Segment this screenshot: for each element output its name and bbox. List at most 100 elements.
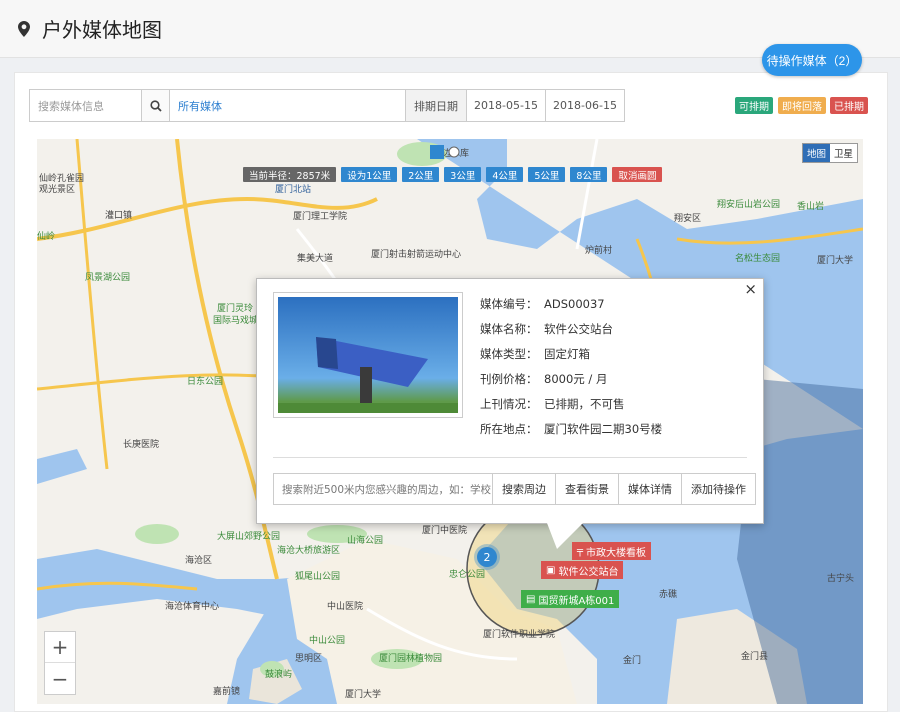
map-label: 金门县 [741,652,769,662]
map-label: 集美大道 [297,254,334,264]
map-label: 厦门射击射箭运动中心 [371,250,462,260]
legend-scheduled: 已排期 [830,97,868,114]
map-label: 思明区 [295,654,323,664]
map-label: 海沧区 [185,556,213,566]
start-date-input[interactable]: 2018-05-15 [467,89,546,122]
map-label: 翔安后山岩公园 [717,200,781,210]
map-label: 日东公园 [187,377,224,387]
map-type-switch: 地图 卫星 [801,143,858,163]
image-icon: ▣ [546,564,556,576]
info-key: 媒体类型： [480,346,538,361]
billboard-image [278,337,458,413]
map-label: 厦门中医院 [422,526,468,536]
radius-8km-button[interactable]: 8公里 [570,167,608,182]
map-label: 灌口镇 [105,211,133,221]
close-icon[interactable]: × [744,280,757,298]
media-location: 厦门软件园二期30号楼 [544,421,663,436]
media-type: 固定灯箱 [544,346,590,361]
map-label: 赤礁 [659,590,678,600]
media-detail-button[interactable]: 媒体详情 [619,473,682,505]
map-type-map[interactable]: 地图 [802,144,830,162]
bus-icon: ▤ [526,593,536,605]
map-type-satellite[interactable]: 卫星 [830,144,857,162]
info-row: 刊例价格： 8000元 / 月 [480,366,662,391]
map-label: 厦门理工学院 [293,212,348,222]
radius-4km-button[interactable]: 4公里 [486,167,524,182]
info-key: 媒体编号： [480,296,538,311]
info-key: 上刊情况： [480,396,538,411]
cluster-marker[interactable]: 2 [477,547,497,567]
marker-label: 市政大楼看板 [586,547,647,559]
map-label: 香山岩 [797,202,825,212]
date-range-label: 排期日期 [406,89,467,122]
map-label: 中山医院 [327,602,364,612]
info-key: 媒体名称： [480,321,538,336]
map-label: 厦门软件职业学院 [483,630,556,640]
map-label: 厦门园林植物园 [379,654,443,664]
popup-pointer [547,523,583,549]
map-label: 长庚医院 [123,440,160,450]
legend-returning: 即将回落 [778,97,826,114]
map-label: 厦门大学 [345,690,382,700]
map-label: 中山公园 [309,636,346,646]
map-label: 炉前村 [585,246,613,256]
marker-label: 软件公交站台 [558,566,619,578]
divider [273,457,747,458]
map-pin-icon [18,20,30,37]
draw-tools[interactable] [430,145,460,159]
radius-3km-button[interactable]: 3公里 [444,167,482,182]
street-view-button[interactable]: 查看街景 [556,473,619,505]
map-label: 忠仑公园 [449,570,486,580]
search-input[interactable]: 搜索媒体信息 [29,89,141,122]
marker-label: 国贸新城A栋001 [538,595,615,607]
media-type-select[interactable]: 所有媒体 [170,89,406,122]
media-info-popup: × 媒体编号： ADS00037 媒体名称： 软件公交站台 媒体类型： 固定灯箱… [256,278,764,549]
map-label: 名松生态园 [735,254,781,264]
info-row: 所在地点： 厦门软件园二期30号楼 [480,416,662,441]
radius-2km-button[interactable]: 2公里 [402,167,440,182]
pending-media-button[interactable]: 待操作媒体（2） [762,44,862,76]
search-button[interactable] [141,89,170,122]
end-date-input[interactable]: 2018-06-15 [546,89,625,122]
info-key: 刊例价格： [480,371,538,386]
info-key: 所在地点： [480,421,538,436]
media-price: 8000元 / 月 [544,371,608,386]
circle-tool-icon[interactable] [448,146,460,158]
info-row: 上刊情况： 已排期，不可售 [480,391,662,416]
map-label: 仙岭 [37,232,56,242]
info-row: 媒体类型： 固定灯箱 [480,341,662,366]
radius-5km-button[interactable]: 5公里 [528,167,566,182]
radius-1km-button[interactable]: 设为1公里 [341,167,398,182]
media-name: 软件公交站台 [544,321,613,336]
zoom-in-button[interactable]: + [45,632,75,663]
page-title: 户外媒体地图 [42,18,162,42]
map-label: 狐尾山公园 [295,572,341,582]
media-marker[interactable]: ▤ 国贸新城A栋001 [521,590,620,608]
zoom-control: + − [44,631,76,695]
info-row: 媒体编号： ADS00037 [480,291,662,316]
map-label: 金门 [623,656,642,666]
clear-circle-button[interactable]: 取消画圆 [612,167,663,182]
search-icon [149,99,162,112]
add-pending-button[interactable]: 添加待操作 [682,473,756,505]
map-label: 厦门北站 [275,185,312,195]
map-label: 山海公园 [347,536,384,546]
map-label: 鼓浪屿 [265,670,293,680]
search-nearby-button[interactable]: 搜索周边 [493,473,556,505]
legend-available: 可排期 [735,97,773,114]
zoom-out-button[interactable]: − [45,663,75,694]
radius-controls: 当前半径：2857米 设为1公里 2公里 3公里 4公里 5公里 8公里 取消画… [243,167,663,182]
info-row: 媒体名称： 软件公交站台 [480,316,662,341]
media-code: ADS00037 [544,296,605,311]
media-status: 已排期，不可售 [544,396,625,411]
map-label: 古宁头 [827,574,855,584]
hand-tool-icon[interactable] [430,145,444,159]
media-marker[interactable]: ▣ 软件公交站台 [541,561,624,579]
map-label: 大屏山郊野公园 [217,532,281,542]
map-label: 嘉前镜 [213,687,241,697]
nearby-search-input[interactable]: 搜索附近500米内您感兴趣的周边，如：学校 [273,473,493,505]
map-label: 凤景湖公园 [85,273,131,283]
radius-info: 当前半径：2857米 [243,167,337,182]
media-marker[interactable]: ╤ 市政大楼看板 [572,542,652,560]
map-label: 翔安区 [674,214,702,224]
